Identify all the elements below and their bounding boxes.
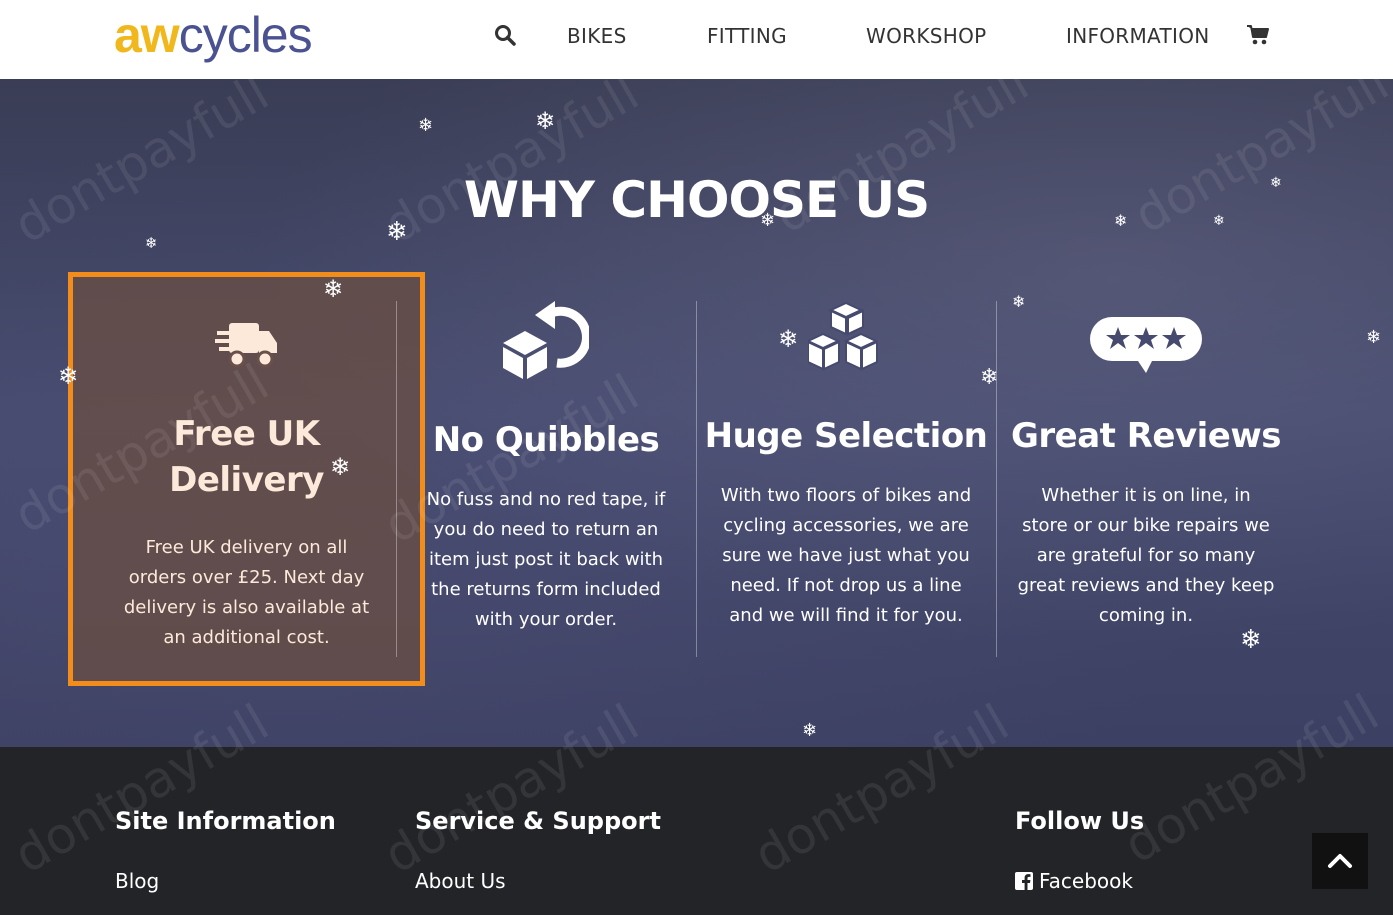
body-line: Whether it is on line, in — [1041, 485, 1251, 506]
feature-body: With two floors of bikes and cycling acc… — [696, 481, 996, 631]
logo-aw: aw — [114, 7, 180, 63]
site-header: awcycles BIKES FITTING WORKSHOP INFORMAT… — [0, 0, 1393, 79]
footer-link-facebook[interactable]: Facebook — [1015, 869, 1133, 893]
nav-workshop[interactable]: WORKSHOP — [866, 24, 986, 48]
body-line: delivery is also available at — [123, 597, 370, 618]
body-line: the returns form included — [431, 579, 661, 600]
snowflake-icon: ❄ — [778, 325, 799, 353]
snowflake-icon: ❄ — [145, 234, 158, 252]
snowflake-icon: ❄ — [802, 720, 818, 741]
feature-title-line2: Delivery — [169, 460, 324, 500]
feature-title: Great Reviews — [1010, 416, 1282, 456]
snowflake-icon: ❄ — [330, 453, 351, 481]
feature-body: No fuss and no red tape, if you do need … — [396, 485, 696, 635]
feature-title: Free UK Delivery — [73, 411, 420, 503]
snowflake-icon: ❄ — [760, 210, 776, 231]
snowflake-icon: ❄ — [1270, 175, 1282, 191]
feature-body: Free UK delivery on all orders over £25.… — [73, 533, 420, 653]
nav-fitting[interactable]: FITTING — [707, 24, 787, 48]
snowflake-icon: ❄ — [386, 217, 408, 247]
awcycles-logo[interactable]: awcycles — [114, 6, 313, 64]
feature-title-line1: Free UK — [173, 414, 320, 454]
body-line: store or our bike repairs we — [1022, 515, 1270, 536]
snowflake-icon: ❄ — [58, 362, 79, 390]
body-line: you do need to return an — [433, 519, 659, 540]
body-line: sure we have just what you — [722, 545, 970, 566]
body-line: an additional cost. — [163, 627, 330, 648]
chevron-up-icon — [1328, 854, 1352, 868]
body-line: orders over £25. Next day — [128, 567, 365, 588]
site-footer: Site Information Blog Service & Support … — [0, 747, 1393, 915]
snowflake-icon: ❄ — [980, 365, 999, 390]
body-line: item just post it back with — [428, 549, 664, 570]
feature-great-reviews: Great Reviews Whether it is on line, in … — [996, 301, 1296, 657]
feature-title: Huge Selection — [704, 416, 988, 456]
facebook-label: Facebook — [1039, 869, 1133, 893]
back-to-top-button[interactable] — [1312, 833, 1368, 889]
snowflake-icon: ❄ — [1366, 327, 1382, 348]
nav-bikes[interactable]: BIKES — [567, 24, 627, 48]
delivery-truck-icon — [214, 323, 277, 368]
feature-title: No Quibbles — [432, 420, 660, 460]
snowflake-icon: ❄ — [1213, 213, 1225, 229]
cubes-icon — [808, 301, 879, 371]
body-line: cycling accessories, we are — [723, 515, 969, 536]
snowflake-icon: ❄ — [323, 275, 344, 303]
body-line: with your order. — [474, 609, 618, 630]
star-rating-icon — [1090, 317, 1202, 373]
section-title: WHY CHOOSE US — [463, 171, 930, 229]
body-line: No fuss and no red tape, if — [426, 489, 666, 510]
facebook-icon — [1015, 872, 1033, 890]
snowflake-icon: ❄ — [418, 115, 434, 136]
feature-huge-selection: Huge Selection With two floors of bikes … — [696, 301, 996, 657]
body-line: need. If not drop us a line — [730, 575, 962, 596]
cart-icon[interactable] — [1246, 24, 1270, 46]
body-line: are grateful for so many — [1036, 545, 1256, 566]
snowflake-icon: ❄ — [1240, 625, 1262, 655]
logo-cycles: cycles — [178, 7, 313, 63]
feature-free-delivery[interactable]: Free UK Delivery Free UK delivery on all… — [68, 272, 425, 686]
footer-heading-follow-us: Follow Us — [1015, 807, 1145, 835]
why-choose-us-section: WHY CHOOSE US Free UK Delivery Free UK d… — [0, 79, 1393, 747]
feature-body: Whether it is on line, in store or our b… — [996, 481, 1296, 631]
body-line: and we will find it for you. — [729, 605, 963, 626]
feature-no-quibbles: No Quibbles No fuss and no red tape, if … — [396, 301, 696, 657]
nav-information[interactable]: INFORMATION — [1066, 24, 1210, 48]
return-box-icon — [503, 301, 589, 379]
footer-heading-site-information: Site Information — [115, 807, 336, 835]
search-icon[interactable] — [494, 24, 516, 46]
snowflake-icon: ❄ — [535, 107, 556, 135]
body-line: great reviews and they keep — [1017, 575, 1275, 596]
footer-link-blog[interactable]: Blog — [115, 869, 159, 893]
snowflake-icon: ❄ — [1012, 292, 1026, 311]
footer-link-about-us[interactable]: About Us — [415, 869, 506, 893]
body-line: Free UK delivery on all — [145, 537, 348, 558]
footer-heading-service-support: Service & Support — [415, 807, 661, 835]
body-line: With two floors of bikes and — [720, 485, 972, 506]
snowflake-icon: ❄ — [1114, 211, 1128, 230]
